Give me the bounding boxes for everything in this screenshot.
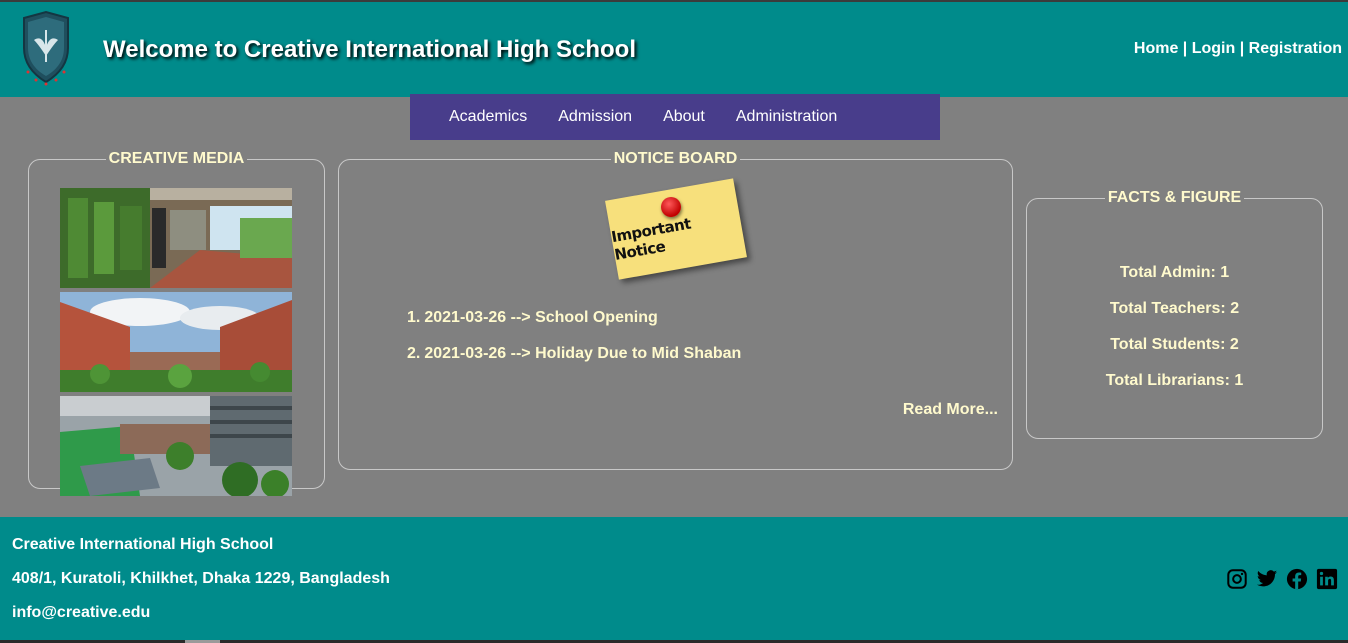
- notice-board-panel: NOTICE BOARD Important Notice 1. 2021-03-…: [338, 151, 1013, 470]
- school-logo-icon: [23, 10, 69, 86]
- fact-total-students: Total Students: 2: [1110, 336, 1239, 353]
- notice-item[interactable]: 2. 2021-03-26 --> Holiday Due to Mid Shab…: [407, 345, 741, 363]
- notice-text: 2021-03-26 --> Holiday Due to Mid Shaban: [424, 345, 742, 362]
- fact-total-teachers: Total Teachers: 2: [1109, 300, 1240, 317]
- nav-academics[interactable]: Academics: [449, 108, 527, 126]
- site-header: Welcome to Creative International High S…: [0, 2, 1348, 97]
- courtyard-garden-photo: [60, 292, 292, 392]
- nav-administration[interactable]: Administration: [736, 108, 837, 126]
- notice-item[interactable]: 1. 2021-03-26 --> School Opening: [407, 309, 658, 327]
- top-links: Home | Login | Registration: [1134, 40, 1342, 58]
- nav-about[interactable]: About: [663, 108, 705, 126]
- notice-text: 2021-03-26 --> School Opening: [424, 309, 658, 326]
- facebook-icon[interactable]: [1286, 568, 1308, 590]
- creative-media-panel: CREATIVE MEDIA: [28, 150, 325, 496]
- notice-number: 2.: [407, 345, 421, 362]
- green-corridor-photo: [60, 188, 292, 288]
- linkedin-icon[interactable]: [1316, 568, 1338, 590]
- link-separator: |: [1235, 40, 1249, 57]
- facts-figure-panel: FACTS & FIGURE Total Admin: 1 Total Teac…: [1026, 190, 1323, 439]
- footer-email[interactable]: info@creative.edu: [12, 604, 150, 622]
- nav-admission[interactable]: Admission: [558, 108, 632, 126]
- twitter-icon[interactable]: [1256, 568, 1278, 590]
- link-separator: |: [1178, 40, 1192, 57]
- fact-total-admin: Total Admin: 1: [1119, 264, 1230, 281]
- notice-number: 1.: [407, 309, 421, 326]
- site-title: Welcome to Creative International High S…: [103, 36, 636, 63]
- creative-media-legend: CREATIVE MEDIA: [108, 150, 245, 167]
- fact-total-librarians: Total Librarians: 1: [1105, 372, 1244, 389]
- main-nav: Academics Admission About Administration: [410, 94, 940, 140]
- site-footer: Creative International High School 408/1…: [0, 517, 1348, 643]
- notice-board-legend: NOTICE BOARD: [613, 150, 738, 167]
- important-notice-sticky: Important Notice: [605, 178, 747, 280]
- footer-address: 408/1, Kuratoli, Khilkhet, Dhaka 1229, B…: [12, 570, 390, 587]
- home-link[interactable]: Home: [1134, 40, 1178, 57]
- social-links: [1226, 568, 1338, 590]
- login-link[interactable]: Login: [1192, 40, 1236, 57]
- instagram-icon[interactable]: [1226, 568, 1248, 590]
- registration-link[interactable]: Registration: [1249, 40, 1342, 57]
- facts-figure-legend: FACTS & FIGURE: [1107, 189, 1242, 206]
- pushpin-icon: [661, 197, 681, 217]
- rooftop-garden-photo: [60, 396, 292, 496]
- footer-school-name: Creative International High School: [12, 536, 274, 553]
- read-more-link[interactable]: Read More...: [903, 401, 998, 419]
